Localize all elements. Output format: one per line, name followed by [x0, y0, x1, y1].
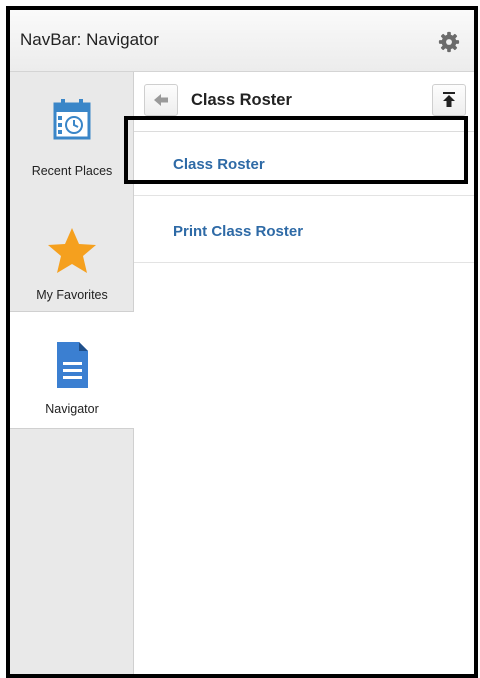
menu-item-label: Print Class Roster	[173, 223, 304, 240]
navbar-panel: NavBar: Navigator Recent Places My Favor…	[6, 6, 478, 678]
sidebar-item-label: Recent Places	[31, 164, 113, 178]
sidebar-item-recent-places[interactable]: Recent Places	[10, 72, 134, 190]
document-icon	[57, 342, 88, 388]
menu-item-label: Class Roster	[173, 156, 265, 173]
navbar-title: NavBar: Navigator	[20, 30, 159, 49]
menu-item-print-class-roster[interactable]: Print Class Roster	[134, 201, 474, 263]
breadcrumb: Class Roster	[134, 72, 474, 132]
back-button[interactable]	[144, 84, 178, 116]
sidebar-item-label: Navigator	[45, 402, 99, 416]
back-arrow-icon	[154, 94, 168, 106]
scroll-top-button[interactable]	[432, 84, 466, 116]
navbar-header: NavBar: Navigator	[10, 10, 474, 72]
sidebar-item-my-favorites[interactable]: My Favorites	[10, 190, 134, 308]
breadcrumb-title: Class Roster	[191, 91, 292, 109]
sidebar: Recent Places My Favorites Navigator	[10, 72, 135, 674]
sidebar-item-label: My Favorites	[36, 288, 108, 302]
star-icon	[48, 228, 96, 273]
calendar-clock-icon	[53, 99, 91, 140]
menu-item-class-roster[interactable]: Class Roster	[134, 134, 474, 196]
content-panel: Class Roster Class Roster Print Class Ro…	[134, 72, 474, 674]
scroll-top-icon	[443, 92, 455, 107]
gear-icon[interactable]	[438, 31, 460, 53]
sidebar-item-navigator[interactable]: Navigator	[10, 311, 135, 429]
